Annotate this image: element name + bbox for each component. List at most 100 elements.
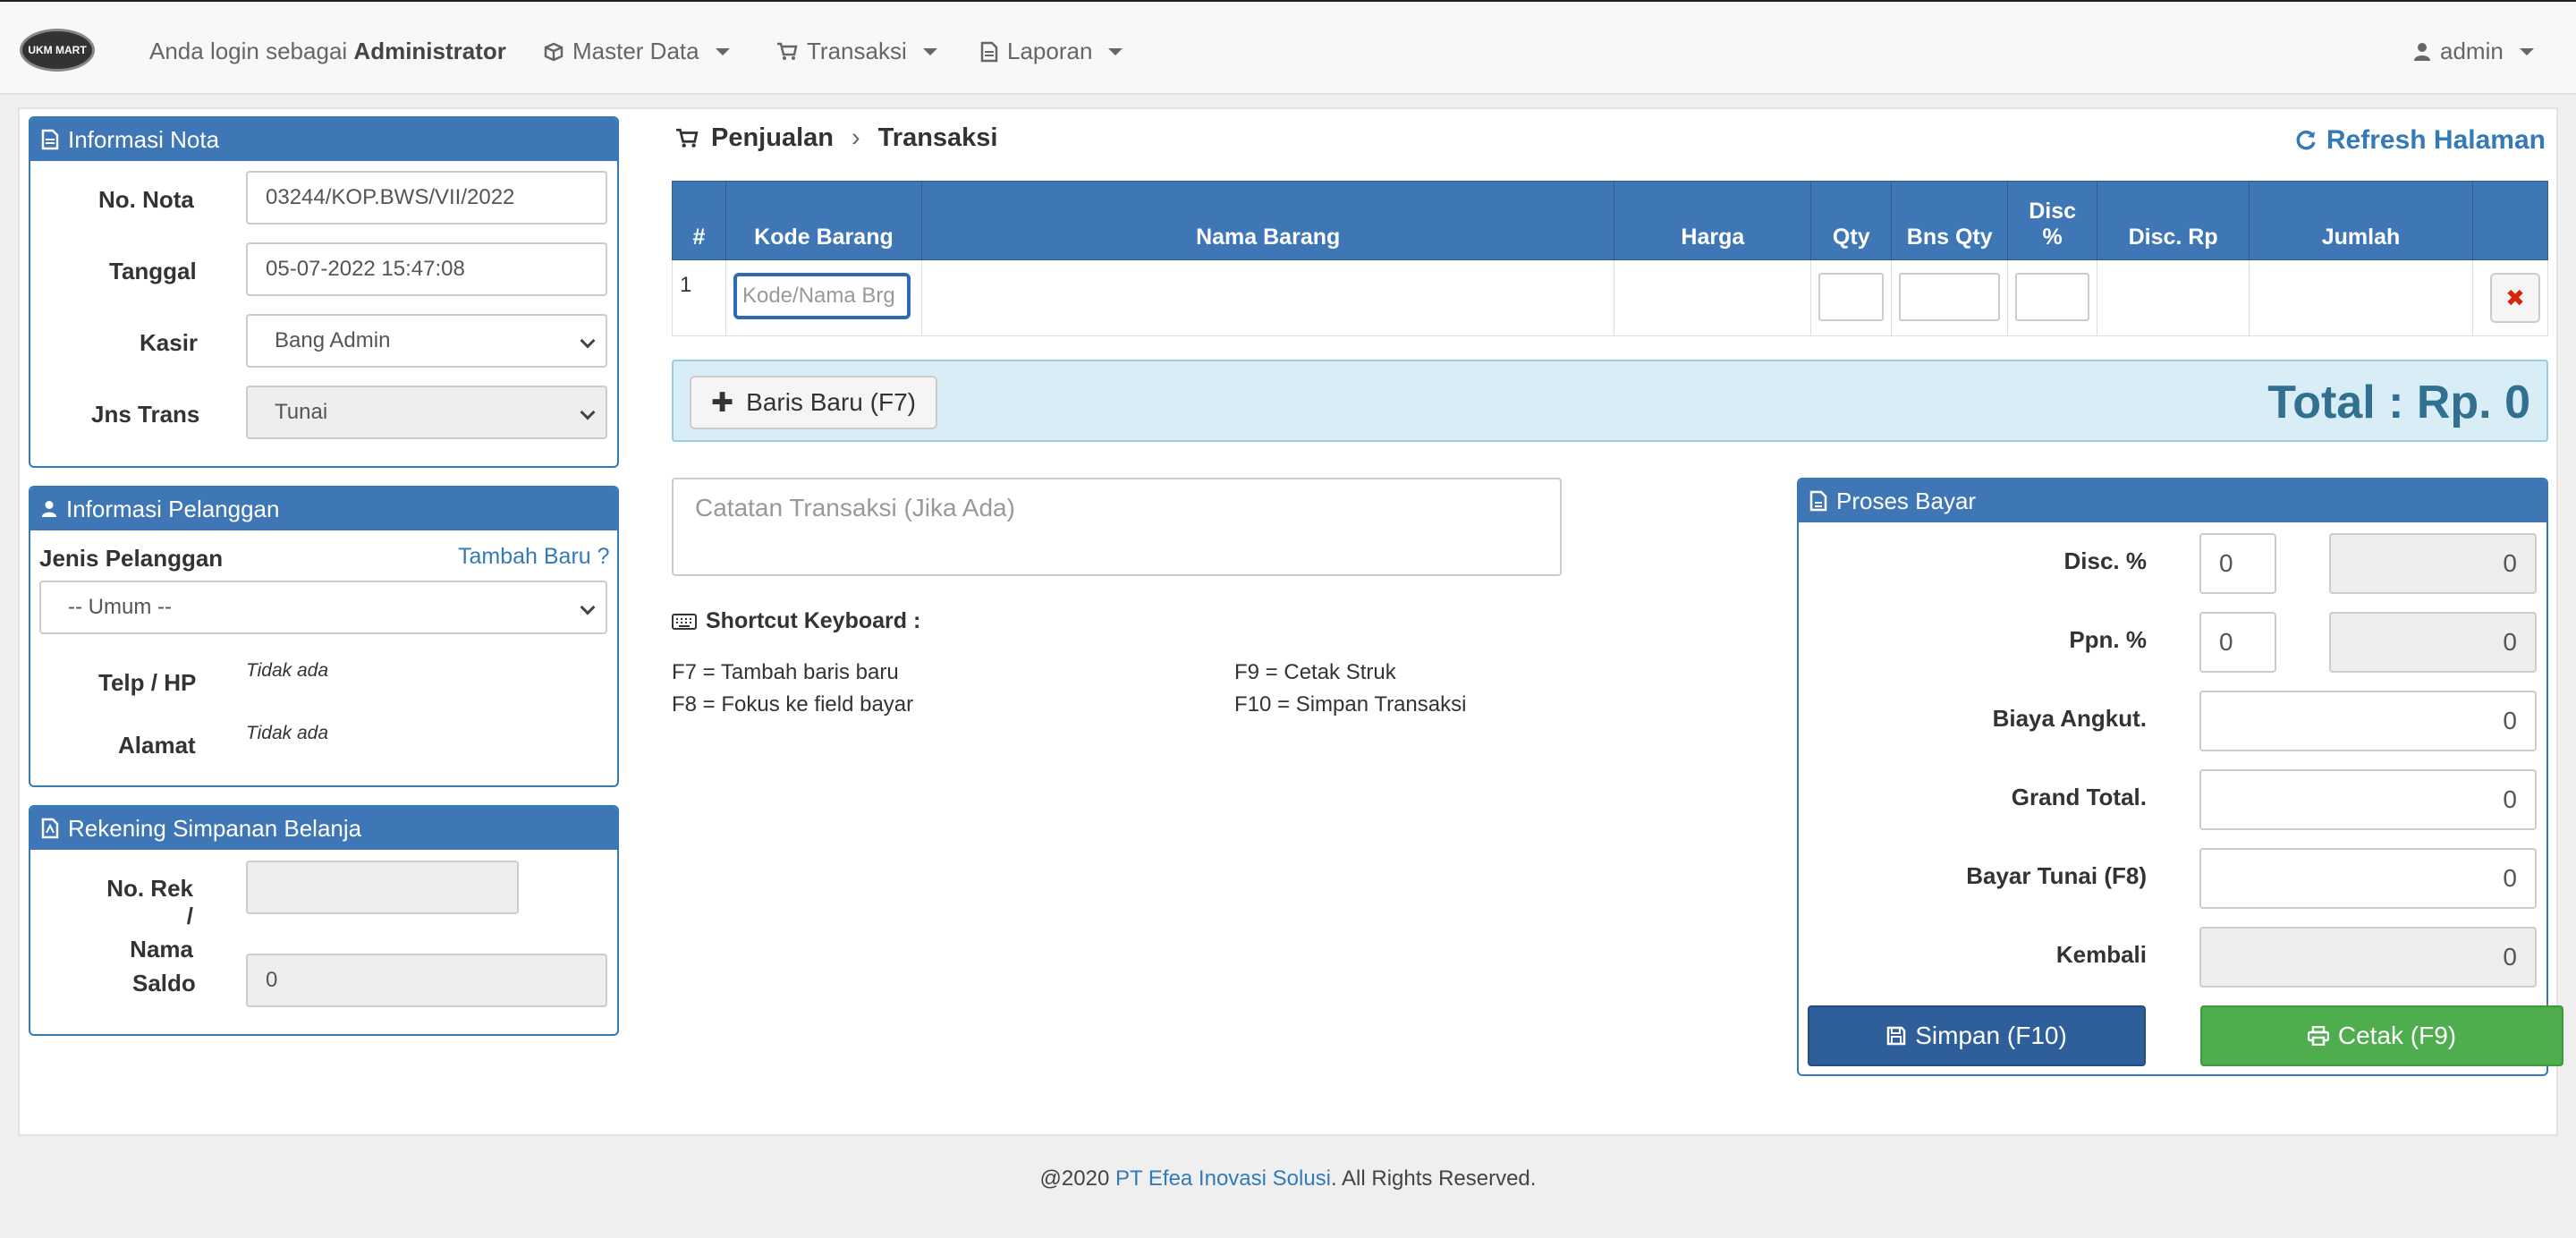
bayar-tunai-label: Bayar Tunai (F8) (1966, 862, 2147, 889)
shortcut-f7: F7 = Tambah baris baru (672, 660, 899, 684)
panel-title: Informasi Nota (68, 125, 220, 153)
tanggal-field[interactable]: 05-07-2022 15:47:08 (246, 242, 607, 296)
breadcrumb-parent[interactable]: Penjualan (711, 123, 834, 153)
menu-label: Transaksi (807, 38, 907, 64)
footer: @2020 PT Efea Inovasi Solusi. All Rights… (0, 1166, 2576, 1191)
add-row-label: Baris Baru (F7) (746, 388, 916, 416)
user-icon (41, 501, 57, 517)
panel-header: Proses Bayar (1799, 479, 2546, 522)
kembali-label: Kembali (2055, 941, 2147, 968)
refresh-icon (2296, 130, 2316, 150)
simpan-label: Simpan (F10) (1915, 1022, 2067, 1049)
menu-label: Laporan (1007, 38, 1093, 64)
jenis-pelanggan-value: -- Umum -- (68, 595, 172, 619)
chevron-down-icon (580, 599, 596, 615)
col-action (2471, 181, 2549, 260)
items-table: # Kode Barang Nama Barang Harga Qty Bns … (672, 181, 2549, 336)
total-amount: Total : Rp. 0 (2267, 377, 2530, 428)
chevron-down-icon (580, 333, 596, 349)
row-bns-qty (1891, 259, 2009, 336)
row-nama (920, 259, 1615, 336)
col-bns-qty: Bns Qty (1891, 181, 2009, 260)
disc-input[interactable] (2015, 273, 2090, 321)
close-icon: ✖ (2505, 284, 2525, 311)
footer-suffix: . All Rights Reserved. (1331, 1166, 1537, 1191)
refresh-button[interactable]: Refresh Halaman (2294, 125, 2546, 156)
cube-icon (544, 42, 564, 61)
total-bar: ✚ Baris Baru (F7) Total : Rp. 0 (672, 360, 2548, 442)
plus-icon: ✚ (711, 387, 734, 418)
panel-title: Informasi Pelanggan (66, 495, 280, 522)
saldo-label: Saldo (132, 970, 196, 996)
catatan-textarea[interactable]: Catatan Transaksi (Jika Ada) (672, 478, 1562, 576)
saldo-field: 0 (246, 954, 607, 1007)
qty-input[interactable] (1818, 273, 1885, 321)
biaya-angkut-input[interactable]: 0 (2199, 691, 2537, 751)
ppn-value-field: 0 (2329, 612, 2537, 673)
breadcrumb-separator-icon: › (852, 123, 860, 152)
alamat-label: Alamat (118, 732, 196, 759)
no-nota-field[interactable]: 03244/KOP.BWS/VII/2022 (246, 171, 607, 225)
table-row: 1 Kode/Nama Brg ✖ (672, 259, 2549, 336)
row-disc (2007, 259, 2098, 336)
shortcut-f9: F9 = Cetak Struk (1234, 660, 1396, 684)
user-menu[interactable]: admin (2413, 38, 2534, 65)
row-action: ✖ (2471, 259, 2549, 336)
ppn-pct-input[interactable]: 0 (2199, 612, 2276, 673)
refresh-label: Refresh Halaman (2326, 125, 2546, 155)
kode-barang-input[interactable]: Kode/Nama Brg (733, 273, 911, 319)
row-jumlah (2249, 259, 2473, 336)
floppy-disk-icon (1886, 1026, 1906, 1046)
jenis-pelanggan-select[interactable]: -- Umum -- (39, 581, 607, 634)
printer-icon (2307, 1026, 2329, 1046)
shortcut-f8: F8 = Fokus ke field bayar (672, 692, 914, 717)
norek-label-line1: No. Rek / (106, 875, 193, 929)
delete-row-button[interactable]: ✖ (2490, 273, 2540, 323)
panel-title: Rekening Simpanan Belanja (68, 814, 362, 842)
bayar-tunai-input[interactable]: 0 (2199, 848, 2537, 909)
norek-field[interactable] (246, 861, 519, 914)
panel-header: Rekening Simpanan Belanja (30, 807, 617, 850)
telp-label: Telp / HP (98, 669, 197, 696)
norek-label: No. Rek / Nama (95, 875, 193, 963)
footer-prefix: @2020 (1039, 1166, 1110, 1191)
footer-company-link[interactable]: PT Efea Inovasi Solusi (1115, 1166, 1331, 1191)
col-jumlah: Jumlah (2249, 181, 2473, 260)
cart-icon (676, 128, 699, 148)
shortcut-title: Shortcut Keyboard : (706, 608, 921, 633)
menu-transaksi[interactable]: Transaksi (776, 38, 937, 65)
kasir-select[interactable]: Bang Admin (246, 314, 607, 368)
tanggal-label: Tanggal (109, 258, 197, 284)
jenis-pelanggan-label: Jenis Pelanggan (39, 545, 224, 572)
breadcrumb: Penjualan › Transaksi (675, 123, 998, 153)
col-harga: Harga (1614, 181, 1812, 260)
simpan-button[interactable]: Simpan (F10) (1808, 1005, 2146, 1066)
col-disc-line2: % (2042, 225, 2063, 250)
brand-logo[interactable]: UKM MART (20, 29, 95, 72)
row-kode: Kode/Nama Brg (724, 259, 922, 336)
file-icon (1809, 490, 1827, 512)
tambah-baru-link[interactable]: Tambah Baru ? (458, 544, 610, 570)
kembali-field: 0 (2199, 927, 2537, 988)
cetak-button[interactable]: Cetak (F9) (2200, 1005, 2563, 1066)
row-no: 1 (672, 259, 726, 336)
grand-total-label: Grand Total. (2011, 784, 2147, 810)
bns-qty-input[interactable] (1899, 273, 2001, 321)
menu-label: Master Data (572, 38, 699, 64)
file-icon (980, 41, 998, 62)
chevron-down-icon (580, 404, 596, 420)
jns-trans-label: Jns Trans (91, 401, 200, 428)
jns-trans-select[interactable]: Tunai (246, 386, 607, 439)
menu-laporan[interactable]: Laporan (980, 38, 1123, 65)
caret-down-icon (2519, 47, 2534, 55)
kasir-value: Bang Admin (275, 328, 391, 352)
cart-icon (777, 42, 798, 60)
col-disc-rp: Disc. Rp (2097, 181, 2250, 260)
add-row-button[interactable]: ✚ Baris Baru (F7) (690, 376, 937, 429)
breadcrumb-current: Transaksi (877, 123, 998, 152)
disc-pct-input[interactable]: 0 (2199, 533, 2276, 594)
user-label: admin (2440, 38, 2504, 64)
menu-master-data[interactable]: Master Data (544, 38, 730, 65)
shortcut-f10: F10 = Simpan Transaksi (1234, 692, 1467, 717)
caret-down-icon (922, 47, 937, 55)
